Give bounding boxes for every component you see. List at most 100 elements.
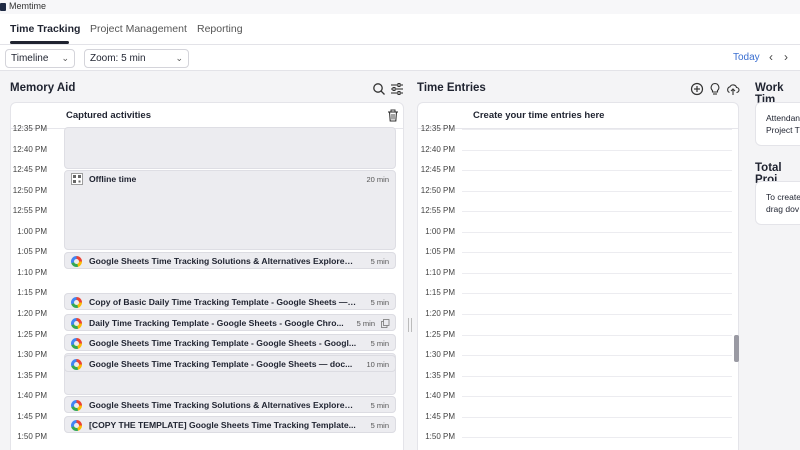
google-icon bbox=[71, 400, 82, 411]
time-label: 1:20 PM bbox=[17, 309, 47, 318]
total-projects-panel: To create drag dov bbox=[755, 181, 800, 225]
google-icon bbox=[71, 420, 82, 431]
view-select[interactable]: Timeline ⌄ bbox=[5, 49, 75, 68]
app-title: Memtime bbox=[9, 1, 47, 11]
time-label: 1:25 PM bbox=[425, 330, 455, 339]
google-icon bbox=[71, 338, 82, 349]
grid-line bbox=[462, 252, 732, 253]
active-tab-indicator bbox=[10, 41, 69, 44]
cloud-upload-icon[interactable] bbox=[726, 82, 740, 96]
grid-line bbox=[462, 129, 732, 130]
next-day-button[interactable]: › bbox=[784, 50, 788, 64]
time-entries-header: Create your time entries here bbox=[418, 103, 738, 129]
grid-line bbox=[462, 191, 732, 192]
time-entries-title: Time Entries bbox=[417, 82, 486, 94]
activity-item[interactable]: Daily Time Tracking Template - Google Sh… bbox=[64, 314, 396, 331]
zoom-select[interactable]: Zoom: 5 min ⌄ bbox=[84, 49, 189, 68]
time-label: 1:10 PM bbox=[17, 268, 47, 277]
activity-duration: 5 min bbox=[370, 257, 389, 266]
grid-line bbox=[462, 211, 732, 212]
time-label: 1:35 PM bbox=[425, 371, 455, 380]
grid-line bbox=[462, 335, 732, 336]
panel-resize-handle[interactable] bbox=[408, 318, 412, 332]
time-label: 1:15 PM bbox=[425, 288, 455, 297]
google-icon bbox=[71, 256, 82, 267]
time-label: 1:10 PM bbox=[425, 268, 455, 277]
activity-title: Google Sheets Time Tracking Template - G… bbox=[89, 338, 357, 348]
qr-code-icon bbox=[71, 173, 83, 185]
time-label: 1:40 PM bbox=[425, 391, 455, 400]
time-label: 1:45 PM bbox=[425, 412, 455, 421]
time-label: 1:25 PM bbox=[17, 330, 47, 339]
search-icon[interactable] bbox=[372, 82, 386, 96]
activity-duration: 5 min bbox=[370, 339, 389, 348]
work-time-attendance: Attendan bbox=[766, 113, 800, 123]
time-label: 1:45 PM bbox=[17, 412, 47, 421]
time-label: 1:50 PM bbox=[17, 432, 47, 441]
activity-title: Google Sheets Time Tracking Template - G… bbox=[89, 359, 353, 369]
title-bar: Memtime bbox=[0, 0, 800, 14]
time-label: 1:05 PM bbox=[17, 247, 47, 256]
copy-icon[interactable] bbox=[381, 319, 390, 328]
activity-duration: 5 min bbox=[356, 319, 375, 328]
activity-item[interactable]: Google Sheets Time Tracking Template - G… bbox=[64, 355, 396, 372]
memory-aid-title: Memory Aid bbox=[10, 82, 76, 94]
activity-duration: 10 min bbox=[366, 360, 389, 369]
total-projects-hint-1: To create bbox=[766, 192, 800, 202]
offline-time-label: Offline time bbox=[89, 174, 137, 184]
activity-title: Daily Time Tracking Template - Google Sh… bbox=[89, 318, 344, 328]
time-label: 12:50 PM bbox=[12, 186, 47, 195]
offline-time-block[interactable]: Offline time 20 min bbox=[64, 170, 396, 250]
lightbulb-icon[interactable] bbox=[708, 82, 722, 96]
time-label: 1:35 PM bbox=[17, 371, 47, 380]
activity-item[interactable]: Google Sheets Time Tracking Solutions & … bbox=[64, 396, 396, 413]
work-time-project: Project T bbox=[766, 125, 800, 135]
activity-title: Google Sheets Time Tracking Solutions & … bbox=[89, 256, 357, 266]
grid-line bbox=[462, 170, 732, 171]
zoom-select-value: Zoom: 5 min bbox=[90, 53, 146, 64]
activity-duration: 5 min bbox=[370, 298, 389, 307]
tab-time-tracking[interactable]: Time Tracking bbox=[10, 23, 80, 35]
google-icon bbox=[71, 297, 82, 308]
grid-line bbox=[462, 355, 732, 356]
tab-project-management[interactable]: Project Management bbox=[90, 23, 187, 35]
google-icon bbox=[71, 318, 82, 329]
trash-icon[interactable] bbox=[387, 109, 399, 122]
tab-reporting[interactable]: Reporting bbox=[197, 23, 243, 35]
time-label: 12:55 PM bbox=[12, 206, 47, 215]
activity-title: Google Sheets Time Tracking Solutions & … bbox=[89, 400, 357, 410]
toolbar: Timeline ⌄ Zoom: 5 min ⌄ Today ‹ › bbox=[0, 45, 800, 71]
grid-line bbox=[462, 437, 732, 438]
activity-item[interactable]: Google Sheets Time Tracking Solutions & … bbox=[64, 252, 396, 269]
captured-activities-label: Captured activities bbox=[66, 110, 151, 121]
time-label: 1:15 PM bbox=[17, 288, 47, 297]
add-entry-icon[interactable] bbox=[690, 82, 704, 96]
main-nav: Time Tracking Project Management Reporti… bbox=[0, 14, 800, 45]
time-label: 1:00 PM bbox=[425, 227, 455, 236]
time-label: 12:45 PM bbox=[12, 165, 47, 174]
previous-day-button[interactable]: ‹ bbox=[769, 50, 773, 64]
activity-item[interactable]: Copy of Basic Daily Time Tracking Templa… bbox=[64, 293, 396, 310]
time-entries-scrollbar[interactable] bbox=[734, 335, 739, 362]
time-label: 1:50 PM bbox=[425, 432, 455, 441]
activity-title: [COPY THE TEMPLATE] Google Sheets Time T… bbox=[89, 420, 356, 430]
time-label: 12:35 PM bbox=[12, 124, 47, 133]
time-label: 1:40 PM bbox=[17, 391, 47, 400]
activity-duration: 5 min bbox=[370, 421, 389, 430]
view-select-value: Timeline bbox=[11, 53, 49, 64]
time-label: 12:55 PM bbox=[420, 206, 455, 215]
activity-item[interactable]: [COPY THE TEMPLATE] Google Sheets Time T… bbox=[64, 416, 396, 433]
grid-line bbox=[462, 273, 732, 274]
activity-item[interactable]: Google Sheets Time Tracking Template - G… bbox=[64, 334, 396, 351]
grid-line bbox=[462, 417, 732, 418]
time-label: 12:50 PM bbox=[420, 186, 455, 195]
activity-block[interactable] bbox=[64, 127, 396, 169]
time-label: 12:35 PM bbox=[420, 124, 455, 133]
time-label: 12:45 PM bbox=[420, 165, 455, 174]
google-icon bbox=[71, 359, 82, 370]
app-logo-icon bbox=[0, 3, 6, 11]
filter-settings-icon[interactable] bbox=[390, 82, 404, 96]
today-button[interactable]: Today bbox=[733, 52, 760, 63]
chevron-down-icon: ⌄ bbox=[61, 53, 69, 63]
total-projects-hint-2: drag dov bbox=[766, 204, 800, 214]
